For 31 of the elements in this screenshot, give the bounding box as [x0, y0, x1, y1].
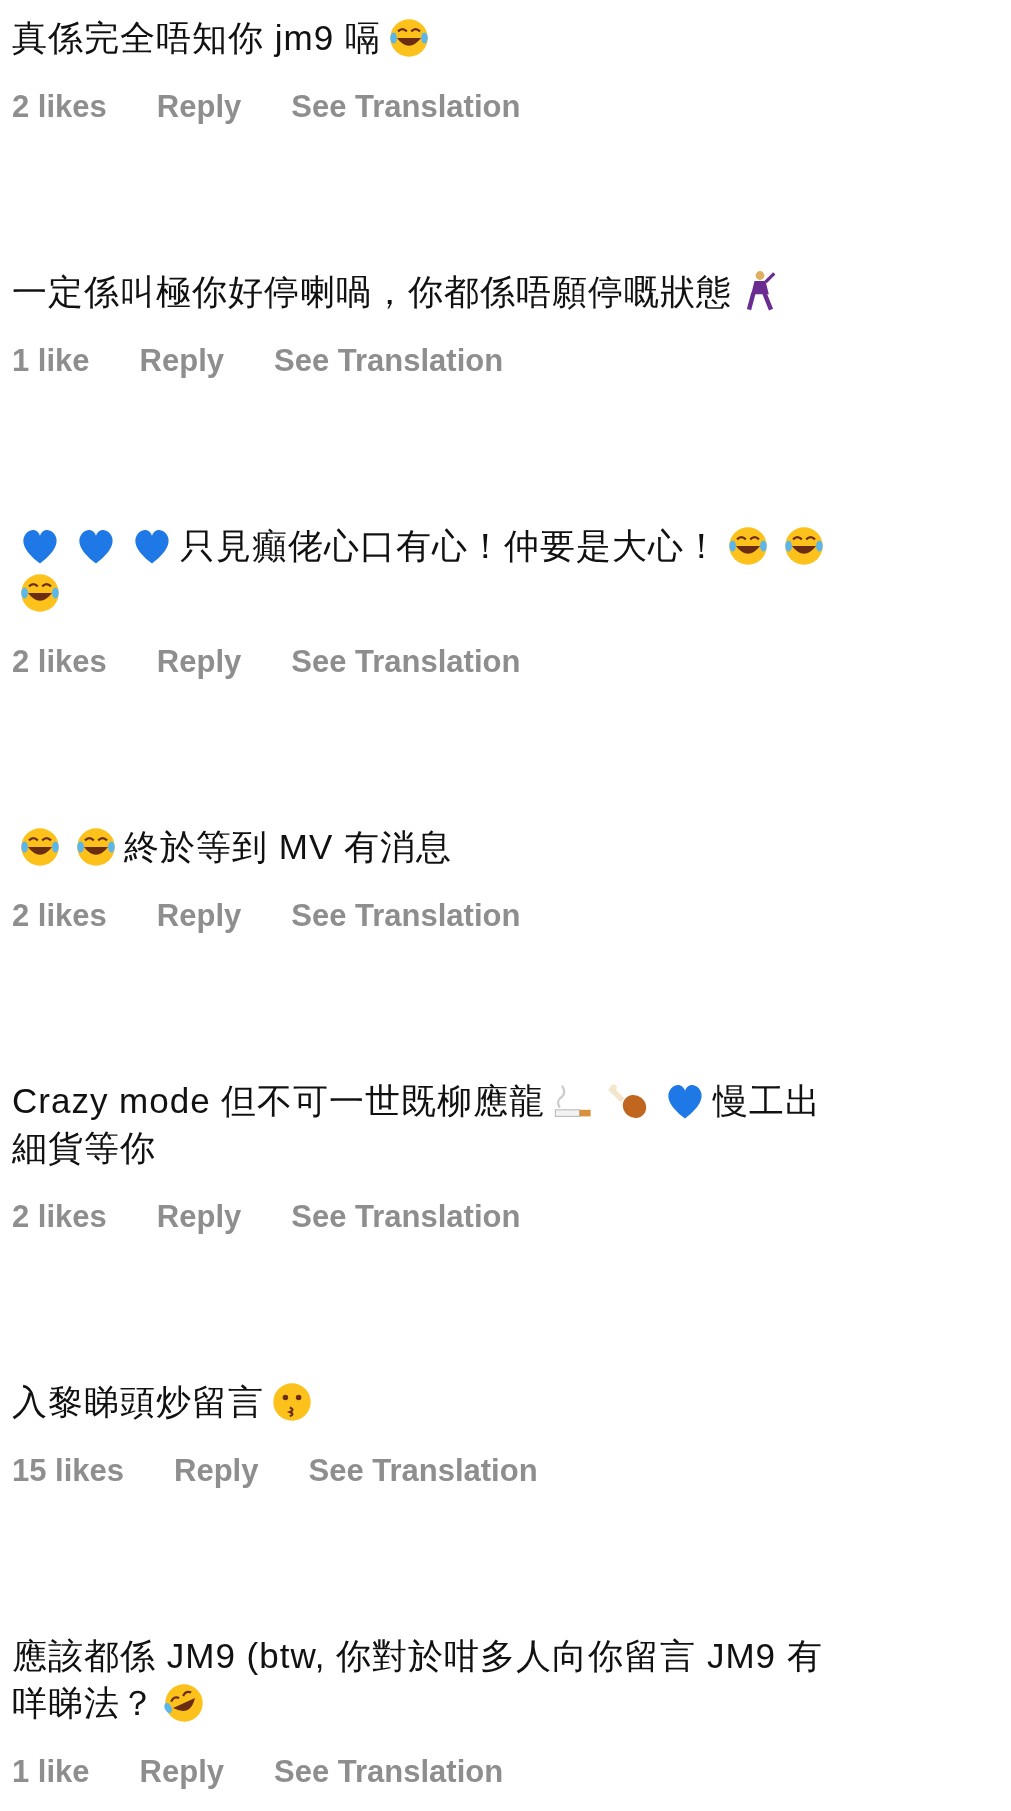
comment-text: 只見癲佬心口有心！仲要是大心！ [180, 525, 720, 567]
like-count: 2 likes [12, 1197, 107, 1236]
reply-link[interactable]: Reply [139, 337, 224, 385]
like-count: 2 likes [12, 896, 107, 935]
comment-text: 應該都係 JM9 (btw, 你對於咁多人向你留言 JM9 有 [12, 1635, 823, 1677]
comment-text: 細貨等你 [12, 1127, 156, 1169]
comment-text: 終於等到 MV 有消息 [124, 826, 452, 868]
like-count: 1 like [12, 341, 90, 380]
comment-text: 一定係叫極你好停喇喎，你都係唔願停嘅狀態 [12, 271, 732, 313]
see-translation-link[interactable]: See Translation [291, 638, 521, 686]
comment-text: 咩睇法？ [12, 1682, 156, 1724]
reply-link[interactable]: Reply [156, 83, 242, 131]
see-translation-link[interactable]: See Translation [291, 1193, 521, 1241]
see-translation-link[interactable]: See Translation [291, 892, 521, 940]
like-count: 15 likes [12, 1451, 125, 1490]
like-count: 2 likes [12, 87, 107, 126]
reply-link[interactable]: Reply [139, 1748, 224, 1796]
see-translation-link[interactable]: See Translation [274, 337, 504, 385]
see-translation-link[interactable]: See Translation [308, 1447, 538, 1495]
see-translation-link[interactable]: See Translation [291, 83, 521, 131]
like-count: 2 likes [12, 642, 107, 681]
reply-link[interactable]: Reply [156, 1193, 242, 1241]
comment-text: 真係完全唔知你 jm9 嗝 [12, 17, 381, 59]
like-count: 1 like [12, 1752, 90, 1791]
comment-text: 慢工出 [713, 1080, 822, 1122]
comment-text: 入黎睇頭炒留言 [12, 1381, 264, 1423]
reply-link[interactable]: Reply [156, 638, 242, 686]
reply-link[interactable]: Reply [156, 892, 242, 940]
see-translation-link[interactable]: See Translation [274, 1748, 504, 1796]
reply-link[interactable]: Reply [174, 1447, 259, 1495]
comment-text: Crazy mode 但不可一世既柳應龍 [12, 1080, 546, 1122]
